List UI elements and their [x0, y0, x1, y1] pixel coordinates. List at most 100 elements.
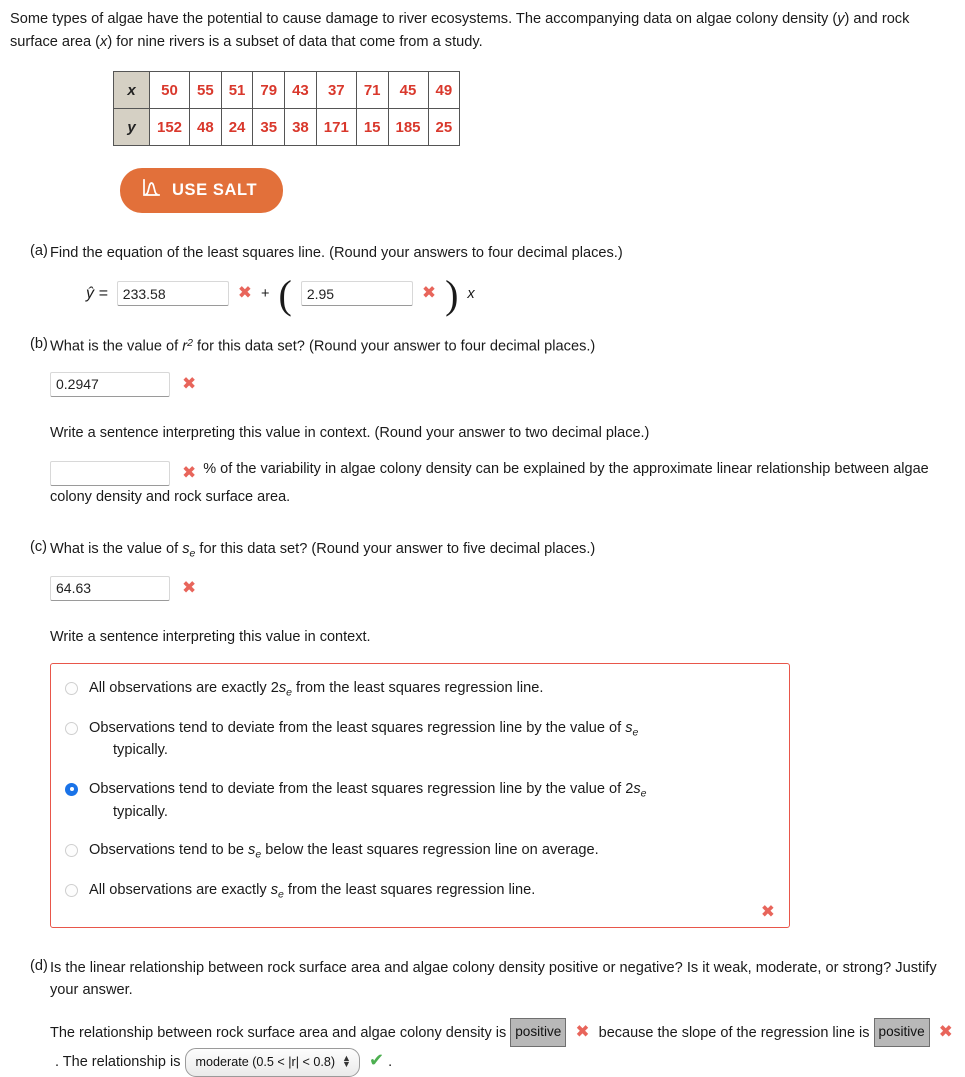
salt-button-wrapper: USE SALT: [120, 168, 955, 214]
option-row-1[interactable]: Observations tend to deviate from the le…: [65, 718, 775, 762]
cell-y-5: 171: [315, 108, 357, 147]
question-b: (b) What is the value of r2 for this dat…: [10, 336, 955, 509]
question-b-sentence-part1: % of the variability in algae colony den…: [203, 461, 831, 478]
interpretation-options-box: All observations are exactly 2se from th…: [50, 662, 790, 929]
option-label-3: Observations tend to be se below the lea…: [89, 840, 599, 863]
direction-select-2[interactable]: positive: [873, 1018, 930, 1047]
plus-sign: +: [261, 285, 270, 302]
problem-statement: Some types of algae have the potential t…: [10, 8, 940, 53]
option-1-sub: e: [632, 726, 639, 739]
cell-x-2: 51: [220, 71, 254, 110]
variable-y: y: [837, 11, 845, 27]
cell-x-4: 43: [284, 71, 317, 110]
cell-y-1: 48: [189, 108, 222, 147]
question-a: (a) Find the equation of the least squar…: [10, 243, 955, 314]
option-1-second-line: typically.: [113, 742, 168, 759]
question-a-letter: (a): [30, 243, 48, 260]
cell-x-6: 71: [355, 71, 389, 110]
question-b-interpret-sentence: ✖ % of the variability in algae colony d…: [50, 458, 955, 509]
intercept-incorrect-icon: ✖: [237, 283, 253, 304]
cell-x-8: 49: [427, 71, 461, 110]
cell-y-6: 15: [355, 108, 389, 147]
option-label-1: Observations tend to deviate from the le…: [89, 718, 638, 762]
direction-select-1[interactable]: positive: [510, 1018, 567, 1047]
slope-incorrect-icon: ✖: [421, 283, 437, 304]
option-3-post: below the least squares regression line …: [261, 841, 599, 858]
intro-line-2a: density (: [782, 11, 838, 27]
s-variable: s: [182, 541, 190, 558]
option-row-3[interactable]: Observations tend to be se below the lea…: [65, 840, 775, 863]
r2-incorrect-icon: ✖: [182, 373, 197, 394]
worksheet-page: Some types of algae have the potential t…: [0, 0, 965, 1077]
strength-correct-icon: ✔: [369, 1049, 385, 1071]
question-a-text: Find the equation of the least squares l…: [50, 245, 623, 262]
option-label-0: All observations are exactly 2se from th…: [89, 678, 543, 701]
direction-2-incorrect-icon: ✖: [938, 1022, 953, 1043]
radio-option-2[interactable]: [65, 782, 78, 796]
question-b-post: for this data set? (Round your answer to…: [192, 338, 596, 355]
question-c-interpret-prompt: Write a sentence interpreting this value…: [50, 628, 371, 645]
option-1-pre: Observations tend to deviate from the le…: [89, 719, 626, 736]
option-label-4: All observations are exactly se from the…: [89, 880, 535, 903]
cell-y-0: 152: [148, 108, 191, 147]
question-b-interpret-prompt: Write a sentence interpreting this value…: [50, 424, 650, 441]
strength-select-value: moderate (0.5 < |r| < 0.8): [195, 1054, 336, 1069]
cell-y-8: 25: [427, 108, 461, 147]
distribution-curve-icon: [142, 179, 161, 202]
intro-line-1: Some types of algae have the potential t…: [10, 11, 778, 27]
radio-option-1[interactable]: [65, 721, 78, 735]
percent-incorrect-icon: ✖: [182, 462, 197, 483]
equation-row: ŷ = ✖ + ( ✖ ) x: [50, 274, 955, 314]
option-row-0[interactable]: All observations are exactly 2se from th…: [65, 678, 775, 701]
option-2-pre: Observations tend to deviate from the le…: [89, 780, 634, 797]
d-sentence-1: The relationship between rock surface ar…: [50, 1025, 507, 1042]
cell-y-4: 38: [284, 108, 317, 147]
question-d-line1: Is the linear relationship between rock …: [50, 960, 752, 977]
table-row-y: y 152 48 24 35 38 171 15 185 25: [113, 108, 461, 147]
cell-y-3: 35: [252, 108, 286, 147]
cell-y-7: 185: [387, 108, 429, 147]
slope-input[interactable]: [300, 281, 413, 307]
percent-input[interactable]: [50, 460, 170, 486]
question-d-text: Is the linear relationship between rock …: [50, 958, 955, 1002]
se-input[interactable]: [50, 575, 170, 601]
question-d-letter: (d): [30, 958, 48, 975]
d-sentence-4: . The relationship is: [55, 1053, 181, 1070]
options-incorrect-icon: ✖: [760, 902, 775, 923]
cell-x-5: 37: [315, 71, 357, 110]
strength-select[interactable]: moderate (0.5 < |r| < 0.8) ▲ ▼: [184, 1047, 360, 1077]
option-2-var: s: [633, 780, 641, 797]
intercept-input[interactable]: [116, 281, 229, 307]
option-row-4[interactable]: All observations are exactly se from the…: [65, 880, 775, 903]
question-b-letter: (b): [30, 336, 48, 353]
yhat-label: ŷ =: [86, 284, 108, 302]
cell-x-0: 50: [148, 71, 191, 110]
option-4-var: s: [270, 881, 278, 898]
row-header-y: y: [113, 108, 150, 147]
option-row-2[interactable]: Observations tend to deviate from the le…: [65, 779, 775, 823]
chevron-updown-icon: ▲ ▼: [342, 1053, 351, 1069]
question-c-pre: What is the value of: [50, 541, 183, 558]
radio-option-3[interactable]: [65, 843, 78, 857]
question-c: (c) What is the value of se for this dat…: [10, 539, 955, 929]
use-salt-label: USE SALT: [172, 181, 258, 200]
option-0-var: s: [278, 679, 287, 696]
d-sentence-2: because the slope of the: [598, 1025, 757, 1042]
se-incorrect-icon: ✖: [182, 577, 197, 598]
radio-option-4[interactable]: [65, 883, 78, 897]
use-salt-button[interactable]: USE SALT: [120, 168, 284, 214]
option-1-var: s: [625, 719, 633, 736]
option-2-second-line: typically.: [113, 803, 168, 820]
r2-input[interactable]: [50, 371, 170, 397]
question-c-post: for this data set? (Round your answer to…: [195, 541, 596, 558]
option-2-sub: e: [640, 787, 647, 800]
data-table: x 50 55 51 79 43 37 71 45 49 y 152 48 24…: [113, 71, 461, 147]
se-answer-row: ✖: [50, 575, 955, 601]
question-b-pre: What is the value of: [50, 338, 183, 355]
question-b-text: What is the value of r2 for this data se…: [50, 336, 955, 359]
option-0-pre: All observations are exactly 2: [89, 679, 279, 696]
cell-x-3: 79: [252, 71, 286, 110]
row-header-x: x: [113, 71, 150, 110]
radio-option-0[interactable]: [65, 681, 78, 695]
r2-answer-row: ✖: [50, 371, 955, 397]
